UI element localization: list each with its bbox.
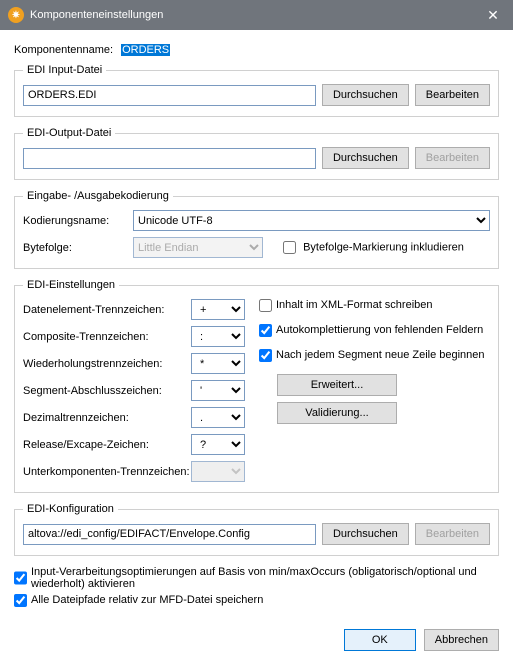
decimal-sep-select[interactable]: .: [191, 407, 245, 428]
release-char-label: Release/Excape-Zeichen:: [23, 439, 191, 451]
newline-checkbox[interactable]: [259, 349, 272, 362]
edi-output-field[interactable]: [23, 148, 316, 169]
autocomplete-checkbox[interactable]: [259, 324, 272, 337]
edi-settings-legend: EDI-Einstellungen: [23, 279, 119, 291]
data-element-sep-select[interactable]: +: [191, 299, 245, 320]
edi-input-browse-button[interactable]: Durchsuchen: [322, 84, 409, 106]
options-column: Inhalt im XML-Format schreiben Autokompl…: [259, 299, 490, 482]
composite-sep-label: Composite-Trennzeichen:: [23, 331, 191, 343]
newline-label: Nach jedem Segment neue Zeile beginnen: [276, 349, 490, 361]
bom-checkbox[interactable]: [283, 241, 296, 254]
repetition-sep-label: Wiederholungstrennzeichen:: [23, 358, 191, 370]
optimize-label: Input-Verarbeitungsoptimierungen auf Bas…: [31, 566, 499, 590]
bom-label: Bytefolge-Markierung inkludieren: [303, 241, 464, 253]
edi-input-legend: EDI Input-Datei: [23, 64, 106, 76]
edi-output-edit-button: Bearbeiten: [415, 147, 490, 169]
data-element-sep-label: Datenelement-Trennzeichen:: [23, 304, 191, 316]
component-name-label: Komponentenname:: [14, 44, 113, 56]
edi-output-browse-button[interactable]: Durchsuchen: [322, 147, 409, 169]
window-title: Komponenteneinstellungen: [30, 9, 163, 21]
component-name-value: ORDERS: [121, 44, 170, 56]
dialog-footer: OK Abbrechen: [0, 621, 513, 665]
edi-config-legend: EDI-Konfiguration: [23, 503, 118, 515]
edi-input-field[interactable]: [23, 85, 316, 106]
cancel-button[interactable]: Abbrechen: [424, 629, 499, 651]
ok-button[interactable]: OK: [344, 629, 416, 651]
titlebar: ✷ Komponenteneinstellungen ✕: [0, 0, 513, 30]
edi-config-group: EDI-Konfiguration Durchsuchen Bearbeiten: [14, 503, 499, 556]
component-name-row: Komponentenname: ORDERS: [14, 44, 499, 56]
segment-term-select[interactable]: ': [191, 380, 245, 401]
edi-config-browse-button[interactable]: Durchsuchen: [322, 523, 409, 545]
subcomp-sep-label: Unterkomponenten-Trennzeichen:: [23, 466, 191, 478]
write-xml-checkbox[interactable]: [259, 299, 272, 312]
dialog-content: Komponentenname: ORDERS EDI Input-Datei …: [0, 30, 513, 621]
component-name-input[interactable]: ORDERS: [121, 44, 311, 56]
optimize-checkbox[interactable]: [14, 566, 27, 590]
edi-output-group: EDI-Output-Datei Durchsuchen Bearbeiten: [14, 127, 499, 180]
repetition-sep-select[interactable]: *: [191, 353, 245, 374]
autocomplete-label: Autokomplettierung von fehlenden Feldern: [276, 324, 490, 336]
byte-order-label: Bytefolge:: [23, 242, 133, 254]
separator-column: Datenelement-Trennzeichen: + Composite-T…: [23, 299, 245, 482]
subcomp-sep-select: [191, 461, 245, 482]
edi-input-edit-button[interactable]: Bearbeiten: [415, 84, 490, 106]
edi-input-group: EDI Input-Datei Durchsuchen Bearbeiten: [14, 64, 499, 117]
app-icon: ✷: [8, 7, 24, 23]
encoding-name-label: Kodierungsname:: [23, 215, 133, 227]
encoding-name-select[interactable]: Unicode UTF-8: [133, 210, 490, 231]
decimal-sep-label: Dezimaltrennzeichen:: [23, 412, 191, 424]
edi-output-legend: EDI-Output-Datei: [23, 127, 115, 139]
validation-button[interactable]: Validierung...: [277, 402, 397, 424]
release-char-select[interactable]: ?: [191, 434, 245, 455]
relative-paths-checkbox[interactable]: [14, 594, 27, 607]
composite-sep-select[interactable]: :: [191, 326, 245, 347]
edi-config-field[interactable]: [23, 524, 316, 545]
close-icon[interactable]: ✕: [473, 0, 513, 30]
encoding-group: Eingabe- /Ausgabekodierung Kodierungsnam…: [14, 190, 499, 269]
byte-order-select: Little Endian: [133, 237, 263, 258]
edi-settings-group: EDI-Einstellungen Datenelement-Trennzeic…: [14, 279, 499, 493]
relative-paths-label: Alle Dateipfade relativ zur MFD-Datei sp…: [31, 594, 499, 607]
segment-term-label: Segment-Abschlusszeichen:: [23, 385, 191, 397]
edi-config-edit-button: Bearbeiten: [415, 523, 490, 545]
encoding-legend: Eingabe- /Ausgabekodierung: [23, 190, 173, 202]
extended-button[interactable]: Erweitert...: [277, 374, 397, 396]
write-xml-label: Inhalt im XML-Format schreiben: [276, 299, 490, 311]
